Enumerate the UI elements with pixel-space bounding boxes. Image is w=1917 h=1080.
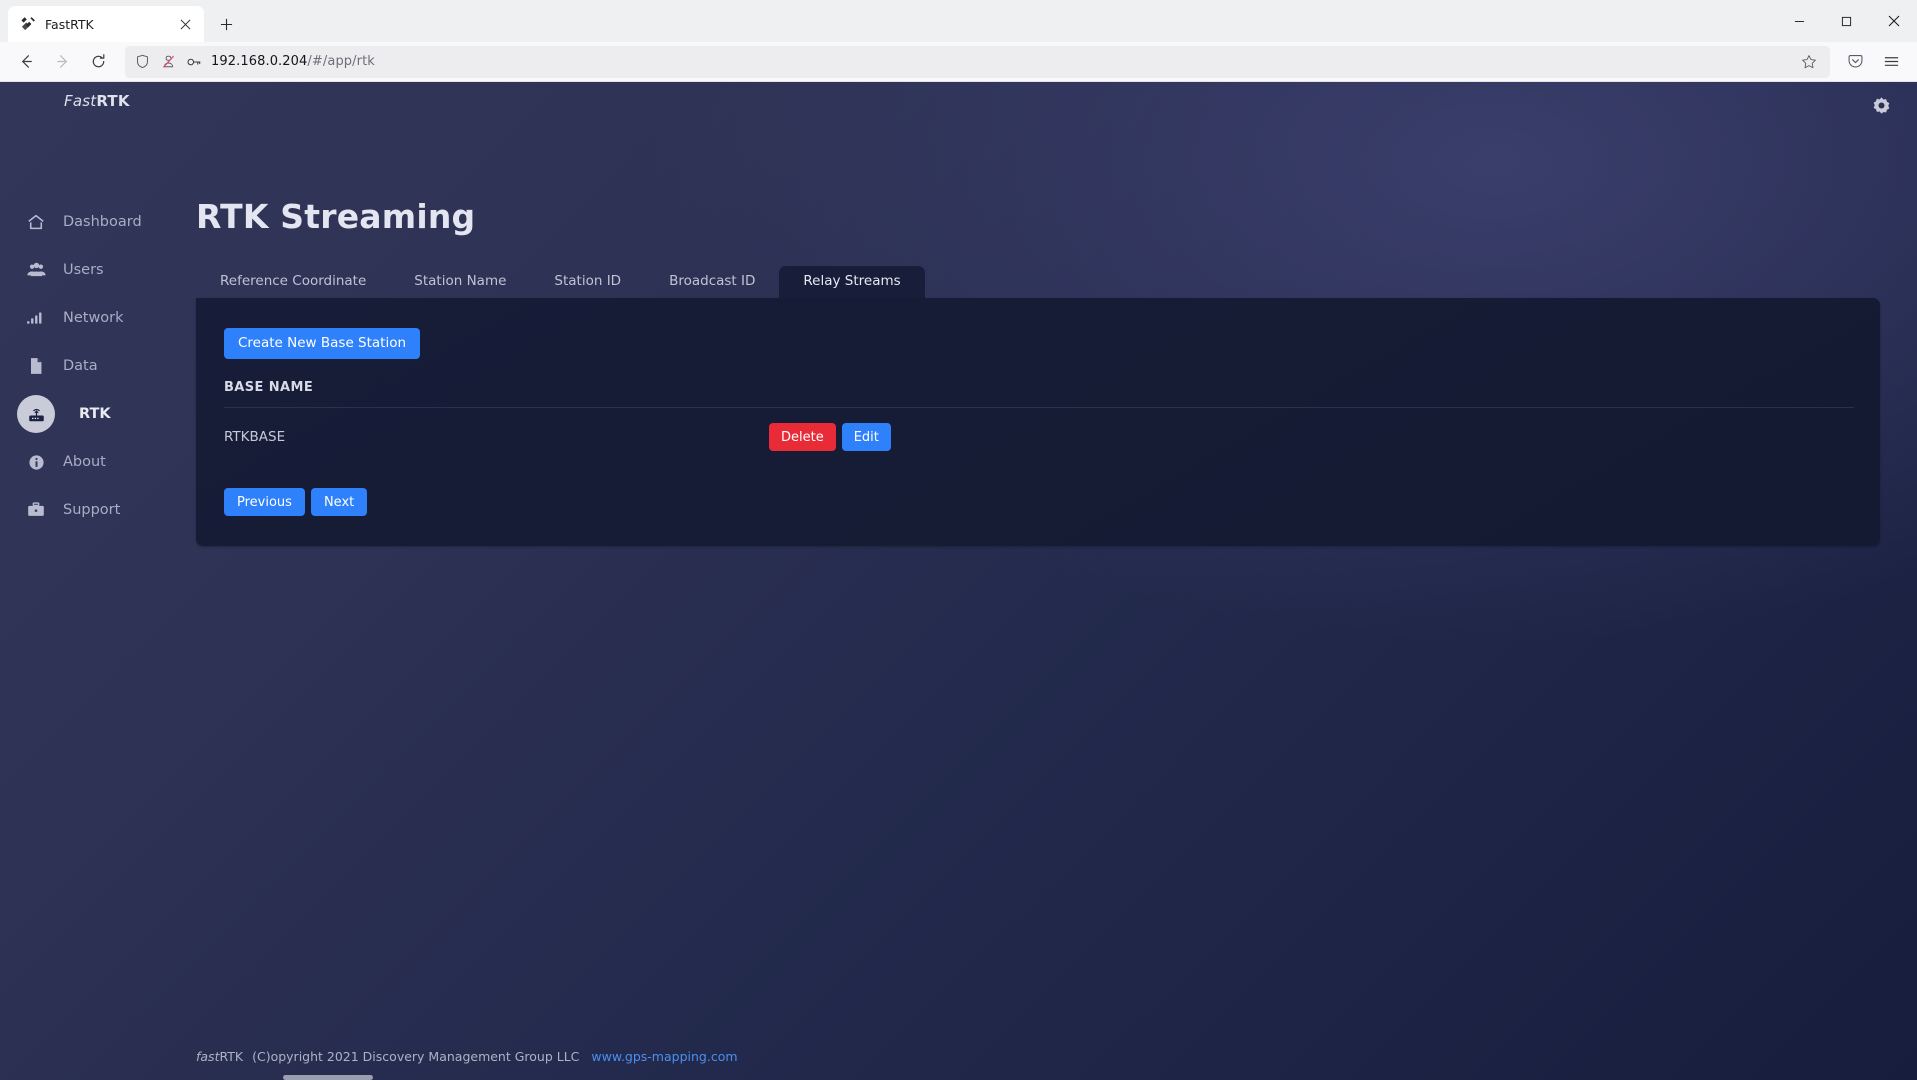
app-layout: Dashboard Users Network Data RTK About S… [0,126,1917,1080]
base-name-cell: RTKBASE [224,429,286,445]
maximize-icon[interactable] [1823,0,1870,42]
sidebar-item-about[interactable]: About [0,438,196,486]
sidebar-item-support[interactable]: Support [0,486,196,534]
browser-window: FastRTK 192.168.0.204/#/app/rtk FastRTK … [0,0,1917,1080]
app-logo-first: Fast [64,92,97,110]
tracking-protection-off-icon[interactable] [159,53,177,71]
tab-broadcast-id[interactable]: Broadcast ID [645,266,779,299]
home-icon [25,211,47,233]
users-icon [25,259,47,281]
main-content: RTK Streaming Reference Coordinate Stati… [196,126,1917,1080]
forward-arrow-icon[interactable] [45,46,79,78]
tab-relay-streams[interactable]: Relay Streams [779,265,925,298]
browser-tab-title: FastRTK [45,16,94,32]
sidebar-item-network[interactable]: Network [0,294,196,342]
page-title: RTK Streaming [196,197,476,236]
browser-tab[interactable]: FastRTK [8,6,204,42]
tab-station-name[interactable]: Station Name [390,266,530,299]
footer-website-link[interactable]: www.gps-mapping.com [591,1049,737,1064]
new-tab-button[interactable] [211,9,241,39]
satellite-icon [20,16,36,32]
star-icon[interactable] [1796,49,1822,75]
back-arrow-icon[interactable] [9,46,43,78]
save-to-pocket-icon[interactable] [1838,46,1872,78]
browser-navbar: 192.168.0.204/#/app/rtk [0,42,1917,82]
app-logo[interactable]: FastRTK [64,92,130,110]
sidebar-item-label: RTK [79,406,111,422]
panel-inner: Create New Base Station BASE NAME [196,328,1880,407]
sidebar-item-label: Network [63,310,124,326]
app-logo-second: RTK [96,92,130,110]
sidebar-item-dashboard[interactable]: Dashboard [0,198,196,246]
horizontal-scrollbar[interactable] [283,1075,373,1080]
minimize-icon[interactable] [1776,0,1823,42]
edit-button[interactable]: Edit [841,423,891,451]
sidebar: Dashboard Users Network Data RTK About S… [0,126,196,1080]
file-icon [25,355,47,377]
sidebar-item-data[interactable]: Data [0,342,196,390]
close-icon[interactable] [174,13,196,35]
address-bar[interactable]: 192.168.0.204/#/app/rtk [125,45,1830,78]
sidebar-item-rtk[interactable]: RTK [0,390,196,438]
signal-bars-icon [25,307,47,329]
sidebar-item-label: Users [63,262,104,278]
app-header: FastRTK [0,82,1917,126]
sidebar-item-users[interactable]: Users [0,246,196,294]
info-circle-icon [25,451,47,473]
footer-copyright: (C)opyright 2021 Discovery Management Gr… [252,1048,580,1064]
footer-brand-italic: fast [196,1048,220,1064]
sidebar-item-label: Dashboard [63,214,142,230]
pagination-controls: Previous Next [224,488,1854,546]
browser-tabstrip: FastRTK [0,0,1917,42]
application-menu-icon[interactable] [1874,46,1908,78]
row-actions: Delete Edit [769,423,891,451]
sidebar-item-label: Support [63,502,121,518]
window-close-icon[interactable] [1870,0,1917,42]
delete-button[interactable]: Delete [769,423,836,451]
footer-brand: fastRTK [196,1049,243,1064]
relay-streams-panel: Create New Base Station BASE NAME RTKBAS… [196,298,1880,546]
app-footer: fastRTK (C)opyright 2021 Discovery Manag… [0,1032,1917,1080]
tab-reference-coordinate[interactable]: Reference Coordinate [196,266,390,299]
tab-bar: Reference Coordinate Station Name Statio… [196,264,1880,298]
tab-station-id[interactable]: Station ID [530,266,645,299]
shield-icon[interactable] [133,53,151,71]
router-icon [17,395,55,433]
table-row: RTKBASE Delete Edit [224,408,1854,466]
table-column-header-base-name: BASE NAME [224,380,314,395]
briefcase-icon [25,499,47,521]
sidebar-item-label: Data [63,358,98,374]
reload-icon[interactable] [81,46,115,78]
create-new-base-station-button[interactable]: Create New Base Station [224,328,421,359]
address-bar-url: 192.168.0.204/#/app/rtk [211,54,375,69]
navbar-right-actions [1838,46,1908,78]
window-controls [1776,0,1917,42]
web-page: FastRTK Dashboard Users Network Data RTK… [0,82,1917,1080]
key-icon[interactable] [185,53,203,71]
sidebar-item-label: About [63,454,106,470]
previous-button[interactable]: Previous [224,488,305,516]
next-button[interactable]: Next [310,488,368,516]
table-body: RTKBASE Delete Edit Previous Next [196,408,1880,546]
gear-icon[interactable] [1869,93,1893,117]
footer-brand-rest: RTK [219,1048,244,1064]
